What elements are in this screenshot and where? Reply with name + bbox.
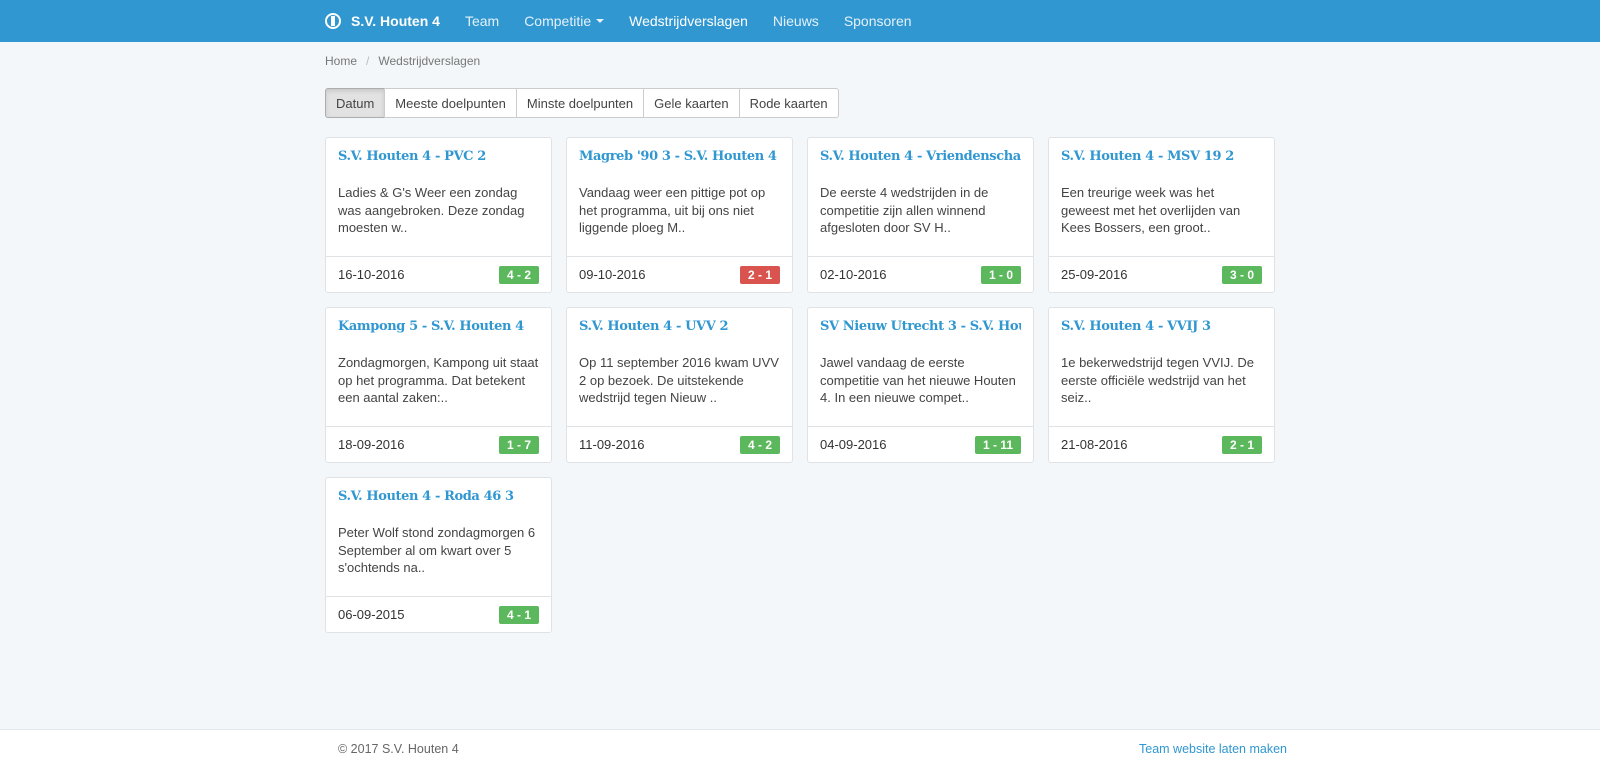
report-title-link[interactable]: S.V. Houten 4 - PVC 2 xyxy=(338,148,539,166)
card-footer: 21-08-2016 2 - 1 xyxy=(1049,426,1274,462)
caret-down-icon xyxy=(596,19,605,23)
card-body: S.V. Houten 4 - Vriendenschaar 2 De eers… xyxy=(808,138,1033,256)
report-card: SV Nieuw Utrecht 3 - S.V. Houten 4 Jawel… xyxy=(807,307,1034,463)
report-excerpt: Jawel vandaag de eerste competitie van h… xyxy=(820,355,1016,405)
report-title-link[interactable]: SV Nieuw Utrecht 3 - S.V. Houten 4 xyxy=(820,318,1021,336)
card-footer: 25-09-2016 3 - 0 xyxy=(1049,256,1274,292)
score-badge: 4 - 1 xyxy=(498,605,539,624)
report-date: 21-08-2016 xyxy=(1061,437,1128,453)
report-date: 25-09-2016 xyxy=(1061,267,1128,283)
score-badge: 4 - 2 xyxy=(739,435,780,454)
brand-name: S.V. Houten 4 xyxy=(351,13,440,29)
sort-minste-doelpunten-button[interactable]: Minste doelpunten xyxy=(515,88,645,118)
card-body: S.V. Houten 4 - MSV 19 2 Een treurige we… xyxy=(1049,138,1274,256)
report-date: 11-09-2016 xyxy=(579,437,645,453)
nav-item-sponsoren[interactable]: Sponsoren xyxy=(844,13,912,29)
team-website-link[interactable]: Team website laten maken xyxy=(1139,742,1287,756)
card-body: S.V. Houten 4 - UVV 2 Op 11 september 20… xyxy=(567,308,792,426)
report-date: 09-10-2016 xyxy=(579,267,646,283)
report-date: 16-10-2016 xyxy=(338,267,405,283)
breadcrumb-separator: / xyxy=(366,54,370,68)
report-card: S.V. Houten 4 - MSV 19 2 Een treurige we… xyxy=(1048,137,1275,293)
breadcrumb-home[interactable]: Home xyxy=(325,54,357,68)
sort-rode-kaarten-button[interactable]: Rode kaarten xyxy=(738,88,839,118)
nav-item-competitie[interactable]: Competitie xyxy=(524,13,605,29)
report-excerpt: De eerste 4 wedstrijden in de competitie… xyxy=(820,185,989,235)
score-badge: 1 - 0 xyxy=(980,265,1021,284)
club-logo-icon xyxy=(325,13,341,29)
nav-item-competitie-label: Competitie xyxy=(524,13,592,29)
nav-item-team[interactable]: Team xyxy=(465,13,499,29)
report-card: S.V. Houten 4 - Roda 46 3 Peter Wolf sto… xyxy=(325,477,552,633)
nav-item-nieuws[interactable]: Nieuws xyxy=(773,13,819,29)
sort-gele-kaarten-button[interactable]: Gele kaarten xyxy=(643,88,740,118)
report-date: 18-09-2016 xyxy=(338,437,405,453)
report-grid: S.V. Houten 4 - PVC 2 Ladies & G's Weer … xyxy=(325,137,1275,633)
score-badge: 4 - 2 xyxy=(498,265,539,284)
report-card: S.V. Houten 4 - UVV 2 Op 11 september 20… xyxy=(566,307,793,463)
card-footer: 04-09-2016 1 - 11 xyxy=(808,426,1033,462)
report-title-link[interactable]: Magreb '90 3 - S.V. Houten 4 xyxy=(579,148,780,166)
sort-button-group: Datum Meeste doelpunten Minste doelpunte… xyxy=(325,88,839,118)
card-body: SV Nieuw Utrecht 3 - S.V. Houten 4 Jawel… xyxy=(808,308,1033,426)
report-title-link[interactable]: S.V. Houten 4 - MSV 19 2 xyxy=(1061,148,1262,166)
report-card: Kampong 5 - S.V. Houten 4 Zondagmorgen, … xyxy=(325,307,552,463)
navbar: S.V. Houten 4 Team Competitie Wedstrijdv… xyxy=(0,0,1600,42)
report-card: S.V. Houten 4 - VVIJ 3 1e bekerwedstrijd… xyxy=(1048,307,1275,463)
card-body: Magreb '90 3 - S.V. Houten 4 Vandaag wee… xyxy=(567,138,792,256)
card-body: S.V. Houten 4 - PVC 2 Ladies & G's Weer … xyxy=(326,138,551,256)
score-badge: 1 - 11 xyxy=(974,435,1021,454)
score-badge: 2 - 1 xyxy=(739,265,780,284)
breadcrumb: Home / Wedstrijdverslagen xyxy=(325,54,480,68)
report-excerpt: Ladies & G's Weer een zondag was aangebr… xyxy=(338,185,525,235)
card-body: S.V. Houten 4 - Roda 46 3 Peter Wolf sto… xyxy=(326,478,551,596)
report-excerpt: Peter Wolf stond zondagmorgen 6 Septembe… xyxy=(338,525,536,575)
report-title-link[interactable]: S.V. Houten 4 - Roda 46 3 xyxy=(338,488,539,506)
card-body: Kampong 5 - S.V. Houten 4 Zondagmorgen, … xyxy=(326,308,551,426)
report-date: 06-09-2015 xyxy=(338,607,405,623)
report-title-link[interactable]: S.V. Houten 4 - UVV 2 xyxy=(579,318,780,336)
score-badge: 3 - 0 xyxy=(1221,265,1262,284)
report-date: 02-10-2016 xyxy=(820,267,887,283)
sort-datum-button[interactable]: Datum xyxy=(325,88,386,118)
nav-item-wedstrijdverslagen[interactable]: Wedstrijdverslagen xyxy=(629,13,748,29)
nav-inner: S.V. Houten 4 Team Competitie Wedstrijdv… xyxy=(325,0,937,42)
report-excerpt: Op 11 september 2016 kwam UVV 2 op bezoe… xyxy=(579,355,779,405)
copyright-text: © 2017 S.V. Houten 4 xyxy=(338,742,459,756)
card-footer: 16-10-2016 4 - 2 xyxy=(326,256,551,292)
card-footer: 11-09-2016 4 - 2 xyxy=(567,426,792,462)
report-excerpt: Vandaag weer een pittige pot op het prog… xyxy=(579,185,766,235)
report-card: Magreb '90 3 - S.V. Houten 4 Vandaag wee… xyxy=(566,137,793,293)
card-footer: 18-09-2016 1 - 7 xyxy=(326,426,551,462)
report-title-link[interactable]: S.V. Houten 4 - Vriendenschaar 2 xyxy=(820,148,1021,166)
card-footer: 09-10-2016 2 - 1 xyxy=(567,256,792,292)
report-card: S.V. Houten 4 - Vriendenschaar 2 De eers… xyxy=(807,137,1034,293)
report-card: S.V. Houten 4 - PVC 2 Ladies & G's Weer … xyxy=(325,137,552,293)
breadcrumb-current: Wedstrijdverslagen xyxy=(378,54,481,68)
report-title-link[interactable]: S.V. Houten 4 - VVIJ 3 xyxy=(1061,318,1262,336)
card-body: S.V. Houten 4 - VVIJ 3 1e bekerwedstrijd… xyxy=(1049,308,1274,426)
score-badge: 1 - 7 xyxy=(498,435,539,454)
report-excerpt: 1e bekerwedstrijd tegen VVIJ. De eerste … xyxy=(1061,355,1254,405)
report-excerpt: Zondagmorgen, Kampong uit staat op het p… xyxy=(338,355,539,405)
sort-meeste-doelpunten-button[interactable]: Meeste doelpunten xyxy=(384,88,517,118)
brand-link[interactable]: S.V. Houten 4 xyxy=(325,13,440,29)
report-excerpt: Een treurige week was het geweest met he… xyxy=(1061,185,1241,235)
report-date: 04-09-2016 xyxy=(820,437,887,453)
page-footer: © 2017 S.V. Houten 4 Team website laten … xyxy=(0,729,1600,770)
score-badge: 2 - 1 xyxy=(1221,435,1262,454)
report-title-link[interactable]: Kampong 5 - S.V. Houten 4 xyxy=(338,318,539,336)
card-footer: 06-09-2015 4 - 1 xyxy=(326,596,551,632)
card-footer: 02-10-2016 1 - 0 xyxy=(808,256,1033,292)
